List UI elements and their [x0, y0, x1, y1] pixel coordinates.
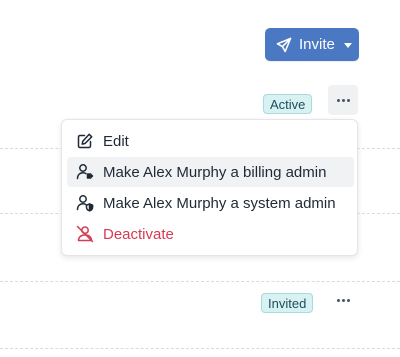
- row-divider: [0, 281, 400, 282]
- menu-item-label: Deactivate: [103, 225, 174, 243]
- menu-item-label: Make Alex Murphy a billing admin: [103, 163, 327, 181]
- more-icon: [336, 298, 350, 302]
- row-actions-menu: Edit Make Alex Murphy a billing admin Ma…: [61, 119, 358, 256]
- invite-label: Invite: [299, 36, 335, 53]
- menu-item-deactivate[interactable]: Deactivate: [67, 219, 354, 249]
- menu-item-make-system-admin[interactable]: Make Alex Murphy a system admin: [67, 188, 354, 218]
- user-billing-icon: [76, 163, 94, 181]
- edit-icon: [76, 132, 94, 150]
- menu-item-edit[interactable]: Edit: [67, 126, 354, 156]
- user-slash-icon: [76, 225, 94, 243]
- status-badge: Invited: [261, 293, 314, 313]
- status-badge: Active: [263, 94, 313, 114]
- row-divider: [0, 348, 400, 349]
- invite-button[interactable]: Invite: [265, 28, 359, 61]
- menu-item-make-billing-admin[interactable]: Make Alex Murphy a billing admin: [67, 157, 354, 187]
- menu-item-label: Edit: [103, 132, 129, 150]
- row-actions-button[interactable]: [328, 285, 358, 315]
- more-icon: [336, 98, 350, 102]
- send-icon: [276, 37, 292, 53]
- menu-item-label: Make Alex Murphy a system admin: [103, 194, 336, 212]
- chevron-down-icon[interactable]: [343, 42, 352, 48]
- user-shield-icon: [76, 194, 94, 212]
- row-actions-button[interactable]: [328, 85, 358, 115]
